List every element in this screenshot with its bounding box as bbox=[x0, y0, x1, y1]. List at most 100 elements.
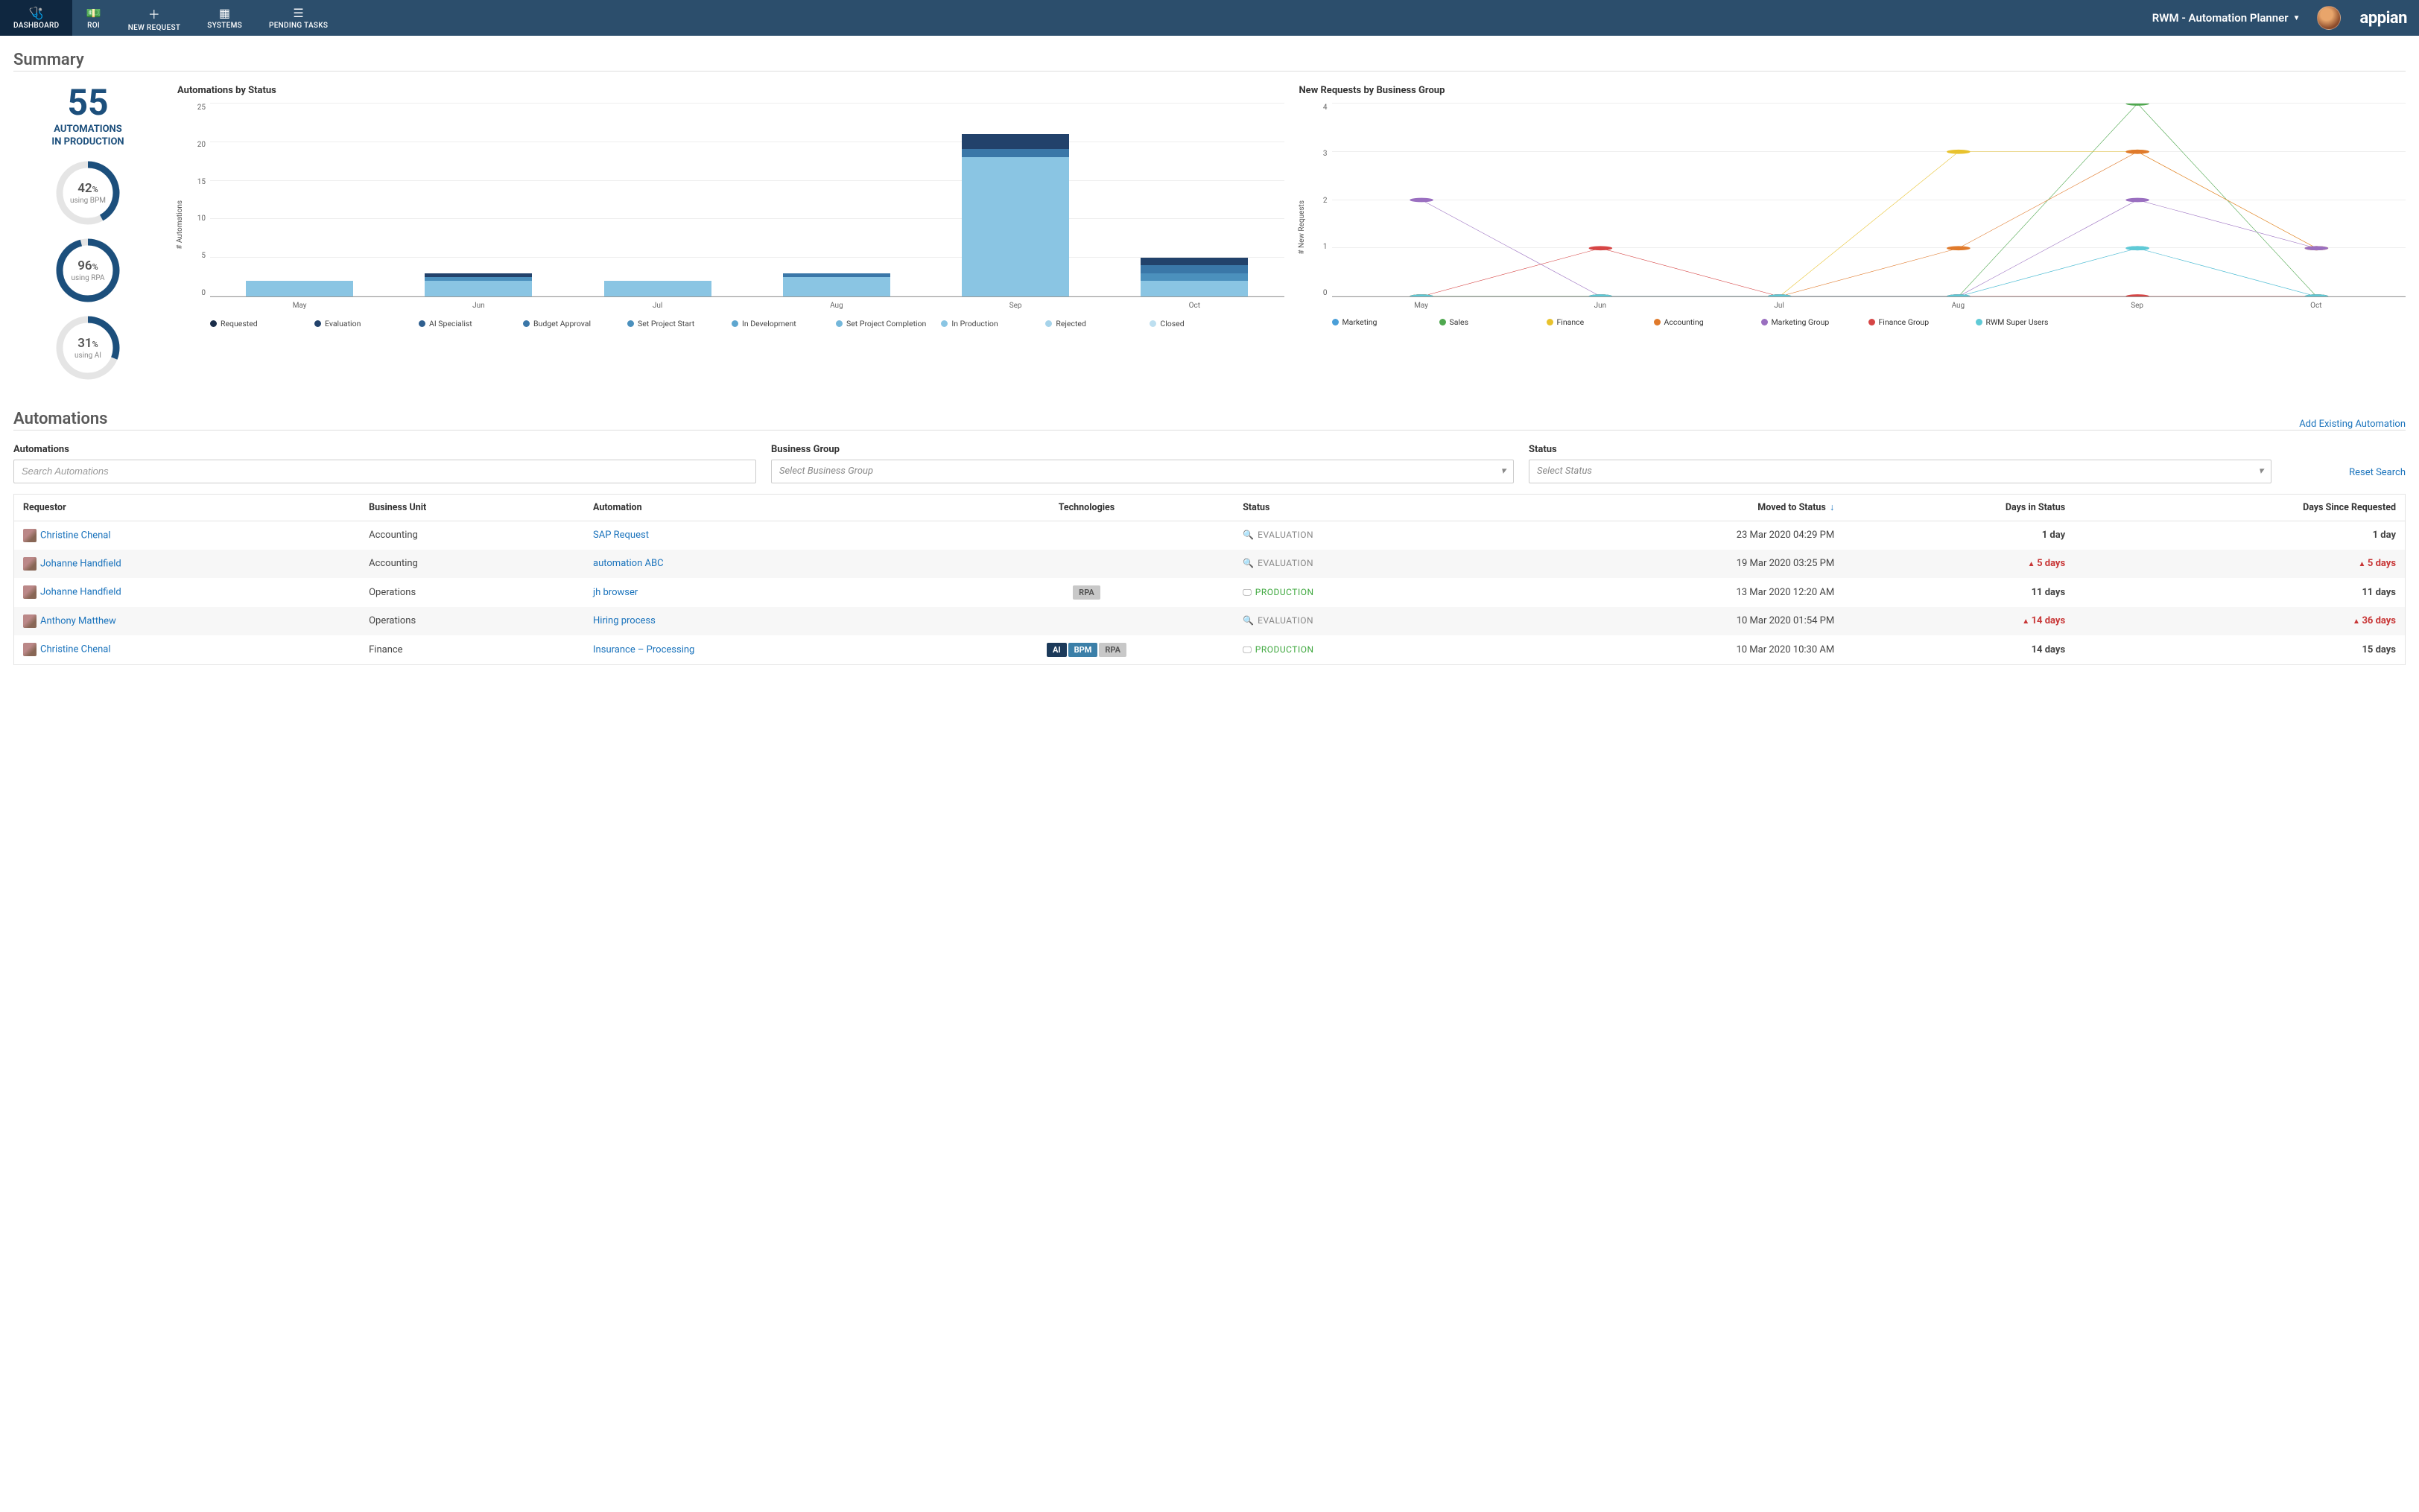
table-row[interactable]: Christine Chenal Finance Insurance – Pro… bbox=[14, 635, 2406, 665]
bar-plot bbox=[210, 104, 1284, 297]
legend-item[interactable]: Set Project Completion bbox=[836, 319, 926, 328]
legend-item[interactable]: Sales bbox=[1439, 317, 1529, 327]
legend-item[interactable]: Accounting bbox=[1654, 317, 1743, 327]
automation-link[interactable]: SAP Request bbox=[593, 530, 649, 541]
legend-item[interactable]: Requested bbox=[210, 319, 299, 328]
legend-item[interactable]: Evaluation bbox=[314, 319, 404, 328]
search-icon: 🔍 bbox=[1243, 558, 1254, 568]
avatar bbox=[23, 614, 37, 628]
avatar bbox=[23, 585, 37, 599]
gauge: 96%using RPA bbox=[54, 237, 121, 304]
filter-status-label: Status bbox=[1529, 444, 2271, 455]
legend-item[interactable]: Marketing bbox=[1332, 317, 1421, 327]
chart-title: Automations by Status bbox=[177, 85, 1284, 96]
nav-new-request[interactable]: ＋ NEW REQUEST bbox=[115, 0, 194, 36]
legend-item[interactable]: In Development bbox=[732, 319, 821, 328]
nav-dashboard[interactable]: 🩺 DASHBOARD bbox=[0, 0, 72, 36]
days-in-status: 14 days bbox=[1843, 607, 2074, 635]
table-row[interactable]: Johanne Handfield Accounting automation … bbox=[14, 550, 2406, 578]
column-header[interactable]: Status bbox=[1234, 494, 1498, 521]
chevron-down-icon: ▾ bbox=[1500, 466, 1506, 477]
y-axis-label: # Automations bbox=[176, 200, 184, 250]
automation-link[interactable]: automation ABC bbox=[593, 558, 664, 569]
reset-search-link[interactable]: Reset Search bbox=[2286, 467, 2406, 483]
legend-item[interactable]: Budget Approval bbox=[523, 319, 612, 328]
status-label: EVALUATION bbox=[1258, 615, 1313, 626]
table-row[interactable]: Anthony Matthew Operations Hiring proces… bbox=[14, 607, 2406, 635]
requestor-link[interactable]: Christine Chenal bbox=[40, 530, 111, 541]
requestor-link[interactable]: Christine Chenal bbox=[40, 644, 111, 655]
chart-title: New Requests by Business Group bbox=[1299, 85, 2406, 96]
status-label: PRODUCTION bbox=[1255, 644, 1314, 655]
legend-item[interactable]: In Production bbox=[941, 319, 1030, 328]
nav-pending-tasks[interactable]: ☰ PENDING TASKS bbox=[256, 0, 341, 36]
requestor-link[interactable]: Johanne Handfield bbox=[40, 587, 121, 598]
nav-roi[interactable]: 💵 ROI bbox=[72, 0, 114, 36]
gauge: 31%using AI bbox=[54, 314, 121, 381]
search-icon: 🔍 bbox=[1243, 615, 1254, 626]
table-row[interactable]: Christine Chenal Accounting SAP Request … bbox=[14, 521, 2406, 550]
nav-label: NEW REQUEST bbox=[128, 24, 181, 32]
moved-to-status: 23 Mar 2020 04:29 PM bbox=[1498, 521, 1843, 550]
moved-to-status: 10 Mar 2020 10:30 AM bbox=[1498, 635, 1843, 665]
moved-to-status: 10 Mar 2020 01:54 PM bbox=[1498, 607, 1843, 635]
legend-item[interactable]: AI Specialist bbox=[419, 319, 508, 328]
filter-automations-label: Automations bbox=[13, 444, 756, 455]
column-header[interactable]: Business Unit bbox=[360, 494, 584, 521]
column-header[interactable]: Requestor bbox=[14, 494, 361, 521]
automation-link[interactable]: Hiring process bbox=[593, 615, 656, 626]
nav-systems[interactable]: ▦ SYSTEMS bbox=[194, 0, 256, 36]
nav-label: ROI bbox=[87, 22, 100, 30]
tech-badge: RPA bbox=[1099, 643, 1126, 657]
column-header[interactable]: Days Since Requested bbox=[2074, 494, 2405, 521]
tech-badge: BPM bbox=[1068, 643, 1098, 657]
add-existing-automation-link[interactable]: Add Existing Automation bbox=[2299, 419, 2406, 430]
business-unit: Finance bbox=[360, 635, 584, 665]
table-row[interactable]: Johanne Handfield Operations jh browser … bbox=[14, 578, 2406, 607]
search-automations-input[interactable] bbox=[13, 460, 756, 483]
legend-item[interactable]: Set Project Start bbox=[627, 319, 717, 328]
business-unit: Accounting bbox=[360, 521, 584, 550]
column-header[interactable]: Automation bbox=[584, 494, 939, 521]
days-since-requested: 11 days bbox=[2074, 578, 2405, 607]
plus-icon: ＋ bbox=[148, 4, 160, 22]
legend-item[interactable]: RWM Super Users bbox=[1976, 317, 2065, 327]
days-in-status: 11 days bbox=[1843, 578, 2074, 607]
top-nav: 🩺 DASHBOARD 💵 ROI ＋ NEW REQUEST ▦ SYSTEM… bbox=[0, 0, 2419, 36]
automation-link[interactable]: Insurance – Processing bbox=[593, 644, 694, 655]
days-in-status: 1 day bbox=[1843, 521, 2074, 550]
status-label: EVALUATION bbox=[1258, 530, 1313, 540]
app-switcher[interactable]: RWM - Automation Planner ▼ bbox=[2143, 0, 2309, 36]
technologies-cell: AIBPMRPA bbox=[939, 635, 1234, 665]
legend-item[interactable]: Finance bbox=[1547, 317, 1636, 327]
days-in-status: 14 days bbox=[1843, 635, 2074, 665]
requestor-link[interactable]: Johanne Handfield bbox=[40, 558, 121, 569]
nav-label: SYSTEMS bbox=[207, 22, 242, 30]
status-select[interactable]: Select Status ▾ bbox=[1529, 460, 2271, 483]
moved-to-status: 19 Mar 2020 03:25 PM bbox=[1498, 550, 1843, 578]
days-in-status: 5 days bbox=[1843, 550, 2074, 578]
avatar[interactable] bbox=[2317, 6, 2341, 30]
legend-item[interactable]: Finance Group bbox=[1868, 317, 1958, 327]
automation-link[interactable]: jh browser bbox=[593, 587, 638, 598]
column-header[interactable]: Technologies bbox=[939, 494, 1234, 521]
avatar bbox=[23, 557, 37, 571]
nav-label: PENDING TASKS bbox=[269, 22, 328, 30]
business-unit: Accounting bbox=[360, 550, 584, 578]
line-plot bbox=[1332, 104, 2406, 297]
kpi-big-number: 55 bbox=[67, 85, 108, 121]
tech-badge: RPA bbox=[1073, 585, 1100, 600]
kpi-label: AUTOMATIONSIN PRODUCTION bbox=[51, 124, 124, 149]
legend-item[interactable]: Marketing Group bbox=[1761, 317, 1851, 327]
legend-item[interactable]: Rejected bbox=[1045, 319, 1135, 328]
business-group-select[interactable]: Select Business Group ▾ bbox=[771, 460, 1514, 483]
chart-automations-by-status: Automations by Status # Automations 2520… bbox=[177, 85, 1284, 381]
status-label: PRODUCTION bbox=[1255, 587, 1314, 597]
app-name: RWM - Automation Planner bbox=[2152, 11, 2289, 25]
roi-icon: 💵 bbox=[86, 6, 101, 20]
technologies-cell bbox=[939, 607, 1234, 635]
column-header[interactable]: Days in Status bbox=[1843, 494, 2074, 521]
legend-item[interactable]: Closed bbox=[1150, 319, 1239, 328]
requestor-link[interactable]: Anthony Matthew bbox=[40, 615, 116, 626]
column-header[interactable]: Moved to Status ↓ bbox=[1498, 494, 1843, 521]
